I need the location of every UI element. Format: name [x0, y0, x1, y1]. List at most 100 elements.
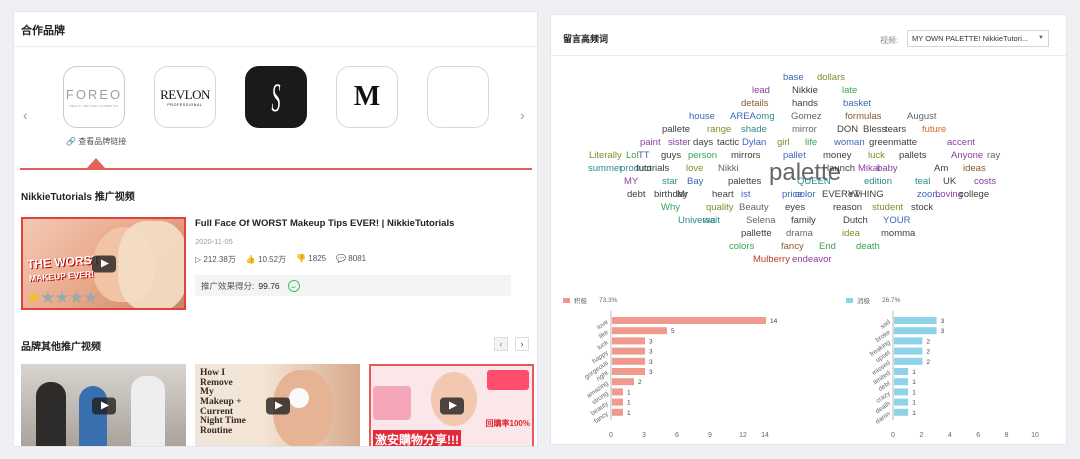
- tick-label: 6: [976, 432, 980, 439]
- bar: [894, 368, 909, 375]
- other-video-thumbnail[interactable]: 回購率100% 激安購物分享!!!: [369, 364, 534, 446]
- tick-label: 12: [739, 432, 747, 439]
- cloud-word: Anyone: [951, 150, 984, 161]
- cloud-word: house: [689, 111, 715, 122]
- cloud-word: debt: [627, 189, 646, 200]
- cloud-word: details: [741, 98, 769, 109]
- brand-logo-sephora[interactable]: S: [245, 66, 307, 128]
- cloud-word: baby: [877, 163, 898, 174]
- negative-words-chart: sad 3broke 3freaking 2upset 2missed 2limited 1…: [869, 311, 1039, 439]
- brand-panel: 合作品牌 ‹ › FOREO BEAUTY BEYOND COSMETICS R…: [13, 11, 538, 447]
- cloud-word: accent: [947, 137, 975, 148]
- brand-tagline: BEAUTY BEYOND COSMETICS: [69, 103, 119, 108]
- cloud-word: life: [805, 137, 818, 148]
- cloud-word: ray: [987, 150, 1001, 161]
- cloud-word: woman: [834, 137, 865, 148]
- cloud-word: late: [842, 85, 858, 96]
- thumb-text: How I Remove My Makeup + Current Night T…: [200, 368, 246, 437]
- bar: [894, 408, 909, 416]
- cloud-word: Nikki: [718, 163, 739, 174]
- legend-share: 26.7%: [882, 296, 901, 304]
- value-label: 3: [649, 338, 653, 345]
- comment-icon: 💬: [336, 254, 347, 263]
- cloud-word: lead: [752, 85, 770, 96]
- value-label: 1: [912, 389, 916, 396]
- cloud-word: tutorials: [636, 163, 670, 174]
- value-label: 3: [649, 349, 653, 356]
- carousel-next-arrow-icon[interactable]: ›: [520, 107, 525, 123]
- bar: [894, 398, 909, 406]
- cloud-word: teal: [915, 176, 931, 187]
- person-graphic: [131, 376, 165, 446]
- category-label: sad: [879, 319, 892, 331]
- play-icon[interactable]: [91, 397, 116, 415]
- thumbs-down-icon: 👎: [296, 254, 307, 263]
- promo-section-title: NikkieTutorials 推广视频: [21, 192, 135, 203]
- other-videos-prev-button[interactable]: ‹: [494, 337, 508, 351]
- cloud-word: range: [707, 124, 732, 135]
- cloud-word: dollars: [817, 72, 845, 83]
- comments-stat: 💬 8081: [336, 254, 366, 265]
- other-video-thumbnail[interactable]: How I Remove My Makeup + Current Night T…: [195, 364, 360, 446]
- likes-value: 10.52万: [258, 255, 287, 264]
- promo-video-stats: ▷ 212.38万 👍 10.52万 👎 1825 💬 8081: [195, 254, 366, 265]
- brand-link-label: 查看品牌链接: [78, 137, 127, 146]
- bar: [612, 337, 645, 345]
- cloud-word: August: [907, 111, 937, 122]
- likes-stat: 👍 10.52万: [246, 254, 286, 265]
- cloud-word: ist: [741, 189, 751, 200]
- brand-logo-empty[interactable]: [427, 66, 489, 128]
- cloud-word: quality: [706, 202, 734, 213]
- cloud-word: palettes: [728, 176, 762, 187]
- cloud-word: future: [922, 124, 947, 135]
- cloud-word: edition: [864, 176, 892, 187]
- value-label: 2: [926, 359, 930, 366]
- comment-words-panel: 留言高频词 视频: MY OWN PALETTE! NikkieTutori..…: [550, 14, 1067, 445]
- promo-video-thumbnail[interactable]: THE WORST MAKEUP EVER! ★★★★★: [21, 217, 186, 310]
- cloud-word: Mr: [677, 189, 689, 200]
- brand-tagline: PROFESSIONAL: [167, 103, 203, 107]
- cloud-word: hands: [792, 98, 818, 109]
- thumbs-up-icon: 👍: [245, 255, 256, 264]
- dislikes-stat: 👎 1825: [296, 254, 326, 265]
- cloud-word: mirrors: [731, 150, 761, 161]
- carousel-prev-arrow-icon[interactable]: ‹: [23, 107, 28, 123]
- promo-video-date: 2020-11-05: [195, 237, 233, 246]
- value-label: 5: [671, 328, 675, 335]
- cloud-word: DON: [837, 124, 859, 135]
- bar: [894, 317, 937, 324]
- play-icon[interactable]: [265, 397, 290, 415]
- play-circle-icon: ▷: [195, 255, 202, 264]
- play-icon[interactable]: [91, 255, 116, 272]
- cloud-word: eyes: [785, 202, 806, 213]
- bar: [612, 388, 623, 396]
- selected-brand-indicator: [87, 158, 105, 168]
- cloud-word: omg: [756, 111, 775, 122]
- cloud-word: AREA: [730, 111, 756, 122]
- score-label: 推广效果得分:: [201, 281, 255, 291]
- promo-score-box: 推广效果得分: 99.76: [195, 275, 511, 296]
- play-icon[interactable]: [439, 397, 464, 415]
- tick-label: 10: [1031, 432, 1039, 439]
- bar: [894, 347, 923, 355]
- cloud-word: mirror: [792, 124, 817, 135]
- legend-swatch: [846, 297, 853, 303]
- tick-label: 2: [919, 432, 923, 439]
- cloud-word: paint: [640, 137, 661, 148]
- value-label: 2: [926, 349, 930, 356]
- negative-legend: 消极 26.7%: [846, 295, 900, 305]
- hair-graphic: [118, 221, 184, 308]
- other-video-thumbnail[interactable]: [21, 364, 186, 446]
- brand-logo-m[interactable]: M: [336, 66, 398, 128]
- brand-logo-foreo[interactable]: FOREO BEAUTY BEYOND COSMETICS: [63, 66, 125, 128]
- value-label: 14: [770, 318, 778, 325]
- brand-link[interactable]: 🔗 查看品牌链接: [66, 136, 126, 147]
- cloud-word: summer: [588, 163, 623, 174]
- brand-panel-title: 合作品牌: [21, 25, 65, 37]
- promo-video-title[interactable]: Full Face Of WORST Makeup Tips EVER! | N…: [195, 218, 454, 229]
- tick-label: 6: [675, 432, 679, 439]
- other-videos-next-button[interactable]: ›: [515, 337, 529, 351]
- cloud-word: love: [686, 163, 704, 174]
- brand-logo-revlon[interactable]: REVLON PROFESSIONAL: [154, 66, 216, 128]
- tick-label: 4: [948, 432, 952, 439]
